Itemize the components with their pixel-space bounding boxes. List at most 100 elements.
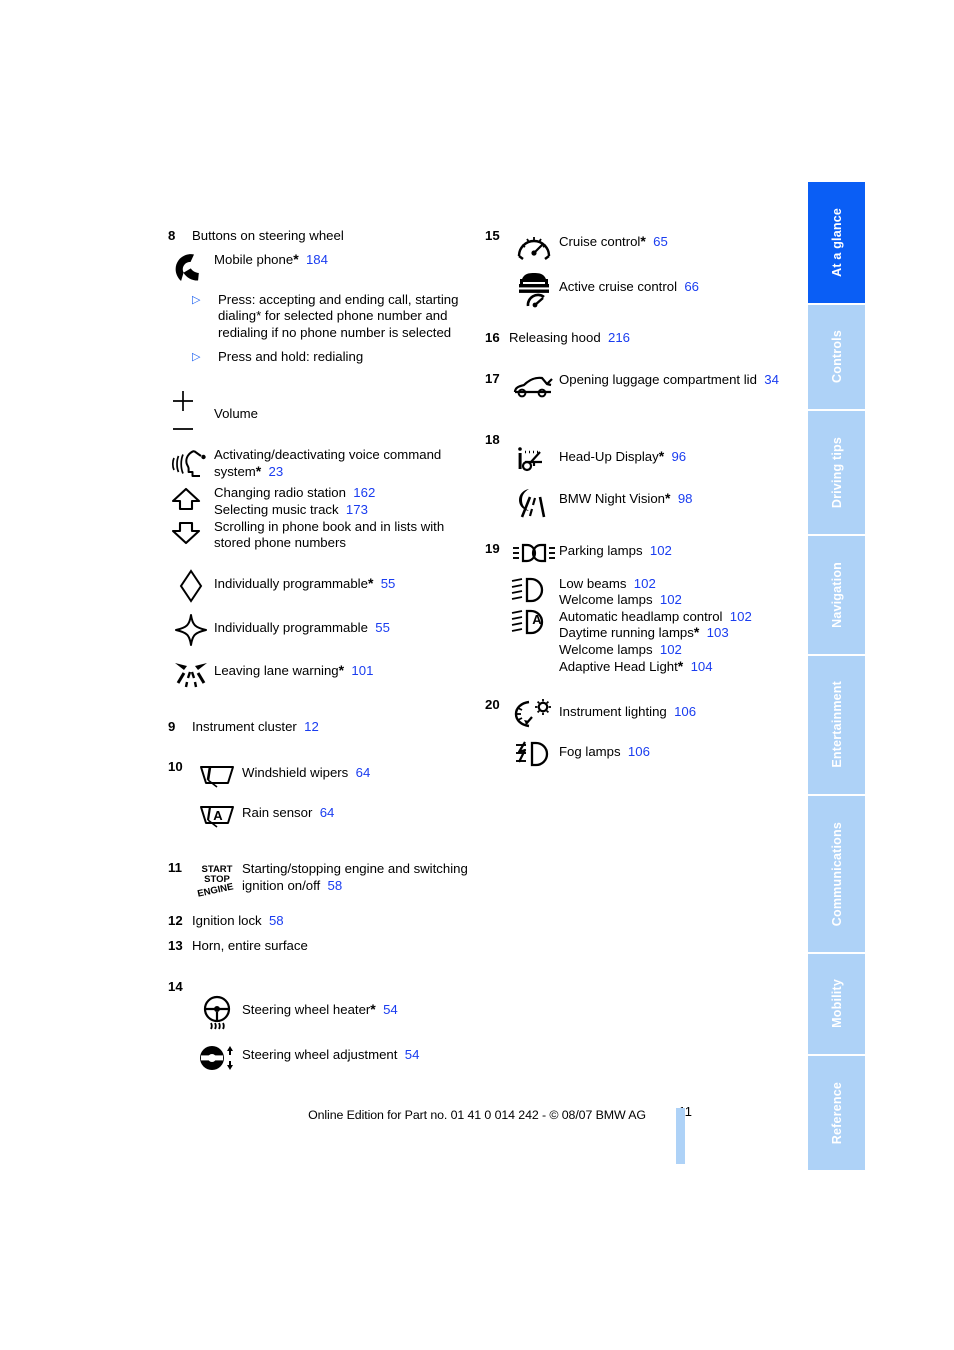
row-cruise-control: Cruise control* 65 [509, 228, 785, 263]
manual-page: At a glance Controls Driving tips Naviga… [0, 0, 954, 1350]
entry-20-body: Instrument lighting 106 Fog lamps 106 [485, 697, 785, 768]
page-ref: 55 [380, 575, 396, 591]
tab-label: Entertainment [829, 681, 844, 768]
parking-lamps-label: Parking lamps [559, 542, 643, 558]
asterisk: * [255, 462, 262, 479]
entry-label: Ignition lock [192, 913, 262, 929]
entry-number: 20 [485, 697, 500, 713]
updown-line: Changing radio station 162 [214, 485, 468, 502]
voice-command-icon [168, 446, 214, 481]
entry-12: 12 Ignition lock 58 [168, 913, 468, 930]
night-vision-text: BMW Night Vision* 98 [559, 484, 785, 508]
start-stop-label: Starting/stopping engine and switching i… [242, 861, 468, 893]
rain-sensor-label: Rain sensor [242, 805, 313, 821]
bullet-text: Press: accepting and ending call, starti… [218, 291, 459, 340]
entry-number: 18 [485, 431, 500, 447]
tab-entertainment[interactable]: Entertainment [808, 655, 865, 794]
rain-sensor-text: Rain sensor 64 [242, 799, 468, 822]
row-luggage-compartment: Opening luggage compartment lid 34 [509, 371, 785, 402]
entry-number: 16 [485, 330, 500, 345]
page-ref: 55 [375, 619, 390, 635]
parking-lamps-text: Parking lamps 102 [559, 541, 785, 560]
entry-11-body: START STOP ENGINE Starting/stopping engi… [168, 860, 468, 897]
entry-8-bullets: ▷ Press: accepting and ending call, star… [168, 292, 468, 367]
page-footer: Online Edition for Part no. 01 41 0 014 … [0, 1106, 954, 1124]
tab-mobility[interactable]: Mobility [808, 953, 865, 1055]
asterisk: * [665, 489, 671, 506]
page-ref: 98 [677, 490, 693, 506]
arrow-up-icon [171, 488, 201, 511]
entry-10-body: Windshield wipers 64 A Rain sensor 64 [168, 759, 468, 830]
star-four-point-icon [168, 612, 214, 647]
entry-number: 14 [168, 978, 183, 994]
entry-label: Releasing hood [509, 330, 601, 345]
rain-sensor-icon: A [192, 799, 242, 830]
entry-17-body: Opening luggage compartment lid 34 [485, 371, 785, 402]
asterisk: * [367, 574, 374, 591]
phone-handset-icon [168, 251, 214, 286]
page-ref: 216 [607, 330, 630, 345]
entry-20: 20 Instrument lighting 106 Fog lamps 106 [485, 697, 785, 768]
tab-driving-tips[interactable]: Driving tips [808, 411, 865, 534]
tab-controls[interactable]: Controls [808, 304, 865, 410]
steering-heater-text: Steering wheel heater* 54 [242, 993, 468, 1019]
entry-number: 10 [168, 759, 183, 775]
volume-text: Volume [214, 388, 468, 423]
tab-label: Driving tips [829, 436, 844, 509]
steering-wheel-heater-icon [192, 993, 242, 1032]
page-ref: 173 [345, 501, 368, 517]
footer-accent-bar [676, 1108, 685, 1164]
diamond-icon [168, 568, 214, 603]
entry-18-body: Head-Up Display* 96 BMW Night Vision* 98 [485, 432, 785, 519]
asterisk: * [658, 447, 665, 464]
beam-line: Welcome lamps 102 [559, 592, 785, 609]
entry-17: 17 Opening luggage compartment lid 34 [485, 371, 785, 402]
line-label: Welcome lamps [559, 641, 653, 657]
luggage-text: Opening luggage compartment lid 34 [559, 371, 785, 389]
page-ref: 64 [355, 765, 371, 781]
page-ref: 64 [319, 805, 335, 821]
fog-lamps-icon [509, 739, 559, 768]
instrument-lighting-text: Instrument lighting 106 [559, 697, 785, 721]
tab-navigation[interactable]: Navigation [808, 535, 865, 654]
row-individually-programmable-star: Individually programmable 55 [168, 612, 468, 647]
beam-icons: A [509, 575, 559, 636]
bullet-text: Press and hold: redialing [218, 349, 364, 365]
tab-at-a-glance[interactable]: At a glance [808, 182, 865, 303]
entry-label: Instrument cluster [192, 718, 297, 734]
automatic-headlamp-icon: A [511, 609, 544, 634]
line-label: Changing radio station [214, 485, 346, 501]
row-mobile-phone: Mobile phone* 184 [168, 251, 468, 286]
svg-text:A: A [213, 808, 223, 823]
speedometer-icon [509, 228, 559, 263]
entry-number: 9 [168, 718, 176, 734]
section-tab-strip: At a glance Controls Driving tips Naviga… [808, 182, 865, 1170]
row-voice-command: Activating/deactivating voice command sy… [168, 446, 468, 481]
tab-label: Navigation [829, 561, 844, 628]
tab-communications[interactable]: Communications [808, 795, 865, 952]
cruise-control-text: Cruise control* 65 [559, 228, 785, 251]
entry-10: 10 Windshield wipers 64 A Rain sensor 64 [168, 759, 468, 830]
volume-label: Volume [214, 406, 258, 422]
beam-line: Daytime running lamps* 103 [559, 625, 785, 642]
entry-number: 8 [168, 228, 176, 243]
voice-command-text: Activating/deactivating voice command sy… [214, 446, 468, 480]
entry-number: 12 [168, 913, 183, 929]
svg-text:A: A [532, 612, 542, 627]
arrow-down-icon [171, 522, 201, 545]
row-instrument-lighting: Instrument lighting 106 [509, 697, 785, 730]
page-ref: 12 [304, 718, 319, 734]
triangle-bullet-icon: ▷ [192, 351, 201, 364]
entry-8-heading: 8 Buttons on steering wheel [168, 228, 468, 245]
entry-11: 11 START STOP ENGINE Starting/stopping e… [168, 860, 468, 897]
fog-lamps-label: Fog lamps [559, 744, 621, 760]
entry-label: Horn, entire surface [192, 937, 308, 953]
steering-wheel-adjustment-icon [192, 1041, 242, 1074]
page-ref: 184 [305, 251, 328, 267]
page-ref: 54 [404, 1046, 420, 1062]
row-rain-sensor: A Rain sensor 64 [192, 799, 468, 830]
row-updown-arrows: Changing radio station 162 Selecting mus… [168, 484, 468, 551]
page-ref: 96 [671, 448, 687, 464]
entry-number: 11 [168, 860, 182, 876]
start-stop-engine-icon: START STOP ENGINE [192, 860, 242, 897]
